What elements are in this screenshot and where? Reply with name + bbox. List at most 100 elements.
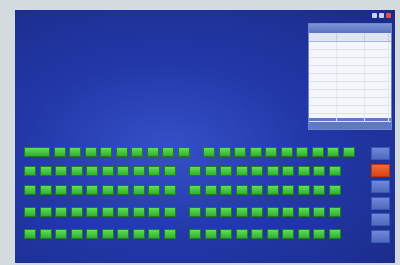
- key-button[interactable]: [132, 185, 145, 195]
- key-button[interactable]: [266, 229, 279, 239]
- key-button[interactable]: [266, 207, 279, 217]
- key-button[interactable]: [297, 229, 310, 239]
- key-button[interactable]: [117, 207, 129, 217]
- key-button[interactable]: [24, 207, 36, 217]
- key-button[interactable]: [297, 185, 310, 195]
- key-button[interactable]: [313, 185, 325, 195]
- key-button[interactable]: [163, 166, 176, 176]
- key-button[interactable]: [70, 185, 83, 195]
- key-button[interactable]: [132, 207, 145, 217]
- key-button[interactable]: [148, 185, 160, 195]
- key-button[interactable]: [189, 166, 201, 176]
- key-button[interactable]: [55, 185, 67, 195]
- key-button[interactable]: [235, 207, 248, 217]
- key-button[interactable]: [313, 229, 325, 239]
- key-button[interactable]: [132, 229, 145, 239]
- key-button[interactable]: [70, 166, 83, 176]
- key-button[interactable]: [204, 229, 217, 239]
- key-button[interactable]: [24, 229, 36, 239]
- key-button[interactable]: [39, 185, 52, 195]
- key-button[interactable]: [251, 229, 263, 239]
- key-button[interactable]: [189, 185, 201, 195]
- side-button[interactable]: [371, 180, 390, 193]
- key-button[interactable]: [251, 166, 263, 176]
- key-button[interactable]: [220, 207, 232, 217]
- table-row[interactable]: [309, 42, 391, 50]
- key-button[interactable]: [101, 229, 114, 239]
- key-button[interactable]: [148, 166, 160, 176]
- key-button[interactable]: [203, 147, 215, 157]
- key-button[interactable]: [117, 185, 129, 195]
- key-button[interactable]: [266, 166, 279, 176]
- key-button[interactable]: [235, 229, 248, 239]
- key-button[interactable]: [55, 166, 67, 176]
- key-button[interactable]: [117, 229, 129, 239]
- key-button[interactable]: [282, 185, 294, 195]
- side-button-active[interactable]: [371, 163, 390, 177]
- key-button[interactable]: [313, 207, 325, 217]
- key-button[interactable]: [249, 147, 262, 157]
- key-button[interactable]: [220, 185, 232, 195]
- key-button[interactable]: [327, 147, 339, 157]
- key-button[interactable]: [39, 207, 52, 217]
- key-button[interactable]: [86, 166, 98, 176]
- key-button[interactable]: [282, 207, 294, 217]
- table-row[interactable]: [309, 90, 391, 98]
- key-button[interactable]: [69, 147, 81, 157]
- key-button[interactable]: [24, 166, 36, 176]
- key-button[interactable]: [70, 207, 83, 217]
- key-button[interactable]: [266, 185, 279, 195]
- key-button[interactable]: [86, 229, 98, 239]
- table-row[interactable]: [309, 114, 391, 122]
- key-button[interactable]: [177, 147, 190, 157]
- key-button[interactable]: [251, 207, 263, 217]
- minimize-icon[interactable]: [372, 13, 377, 18]
- key-button[interactable]: [311, 147, 324, 157]
- key-button[interactable]: [101, 166, 114, 176]
- key-button[interactable]: [39, 166, 52, 176]
- table-column-header[interactable]: [365, 33, 389, 41]
- key-button[interactable]: [132, 166, 145, 176]
- table-row[interactable]: [309, 98, 391, 106]
- key-button[interactable]: [328, 166, 341, 176]
- key-button[interactable]: [148, 207, 160, 217]
- table-row[interactable]: [309, 106, 391, 114]
- key-button[interactable]: [204, 207, 217, 217]
- key-button[interactable]: [101, 207, 114, 217]
- key-button[interactable]: [328, 229, 341, 239]
- key-button[interactable]: [235, 166, 248, 176]
- key-button[interactable]: [189, 229, 201, 239]
- key-button[interactable]: [282, 166, 294, 176]
- key-button[interactable]: [342, 147, 355, 157]
- key-button[interactable]: [39, 229, 52, 239]
- key-button[interactable]: [280, 147, 293, 157]
- table-row[interactable]: [309, 74, 391, 82]
- key-button[interactable]: [218, 147, 231, 157]
- key-button[interactable]: [313, 166, 325, 176]
- table-column-header[interactable]: [309, 33, 337, 41]
- table-row[interactable]: [309, 58, 391, 66]
- table-row[interactable]: [309, 50, 391, 58]
- key-button[interactable]: [55, 207, 67, 217]
- key-button[interactable]: [24, 147, 50, 157]
- key-button[interactable]: [163, 185, 176, 195]
- key-button[interactable]: [328, 185, 341, 195]
- table-row[interactable]: [309, 82, 391, 90]
- key-button[interactable]: [117, 166, 129, 176]
- key-button[interactable]: [328, 207, 341, 217]
- key-button[interactable]: [220, 166, 232, 176]
- side-button[interactable]: [371, 213, 390, 226]
- key-button[interactable]: [53, 147, 66, 157]
- key-button[interactable]: [146, 147, 159, 157]
- key-button[interactable]: [84, 147, 97, 157]
- key-button[interactable]: [162, 147, 174, 157]
- side-button[interactable]: [371, 196, 390, 210]
- key-button[interactable]: [265, 147, 277, 157]
- key-button[interactable]: [55, 229, 67, 239]
- close-icon[interactable]: [386, 13, 391, 18]
- side-button[interactable]: [371, 229, 390, 243]
- key-button[interactable]: [131, 147, 143, 157]
- key-button[interactable]: [163, 207, 176, 217]
- key-button[interactable]: [234, 147, 246, 157]
- key-button[interactable]: [297, 166, 310, 176]
